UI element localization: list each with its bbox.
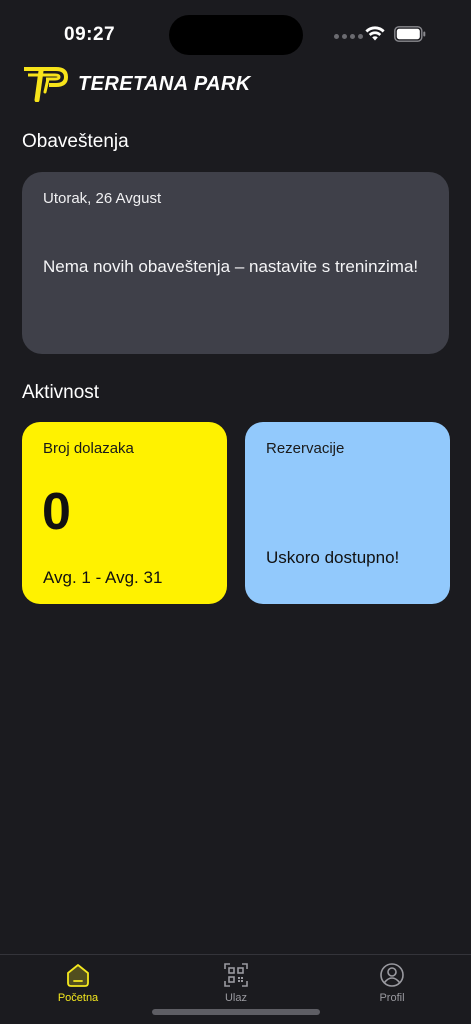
reservations-status: Uskoro dostupno! [266, 548, 400, 567]
wifi-icon [365, 26, 385, 41]
tab-home[interactable]: Početna [28, 961, 128, 1011]
brand-name: TERETANA PARK [78, 72, 251, 95]
tab-home-label: Početna [57, 992, 99, 1004]
notification-message: Nema novih obaveštenja – nastavite s tre… [43, 257, 419, 276]
notification-card[interactable]: Utorak, 26 Avgust Nema novih obaveštenja… [22, 172, 449, 354]
home-screen: 09:27 TERETANA PARK Obaveštenja Utorak, … [0, 0, 471, 1024]
qr-code-icon [224, 963, 248, 987]
dynamic-island [169, 15, 303, 55]
tab-entry-label: Ulaz [224, 992, 247, 1004]
status-time: 09:27 [64, 24, 116, 45]
tab-profile[interactable]: Profil [342, 961, 442, 1011]
notification-date: Utorak, 26 Avgust [43, 190, 162, 207]
home-indicator[interactable] [152, 1009, 320, 1015]
tab-profile-label: Profil [379, 992, 405, 1004]
reservations-card-label: Rezervacije [266, 440, 345, 457]
visits-date-range: Avg. 1 - Avg. 31 [43, 568, 163, 587]
visits-count-value: 0 [42, 483, 71, 541]
teretana-park-logo-icon [24, 67, 68, 102]
reservations-card[interactable]: Rezervacije Uskoro dostupno! [245, 422, 450, 604]
battery-icon [394, 26, 426, 42]
visits-count-card[interactable]: Broj dolazaka 0 Avg. 1 - Avg. 31 [22, 422, 227, 604]
activity-section-title: Aktivnost [22, 382, 100, 403]
visits-card-label: Broj dolazaka [43, 440, 134, 457]
tab-entry[interactable]: Ulaz [186, 961, 286, 1011]
profile-icon [380, 963, 404, 987]
brand-header: TERETANA PARK [22, 66, 251, 102]
notifications-section-title: Obaveštenja [22, 131, 129, 152]
cellular-signal-icon [334, 34, 363, 39]
status-bar: 09:27 [0, 0, 471, 60]
home-icon [67, 964, 89, 987]
